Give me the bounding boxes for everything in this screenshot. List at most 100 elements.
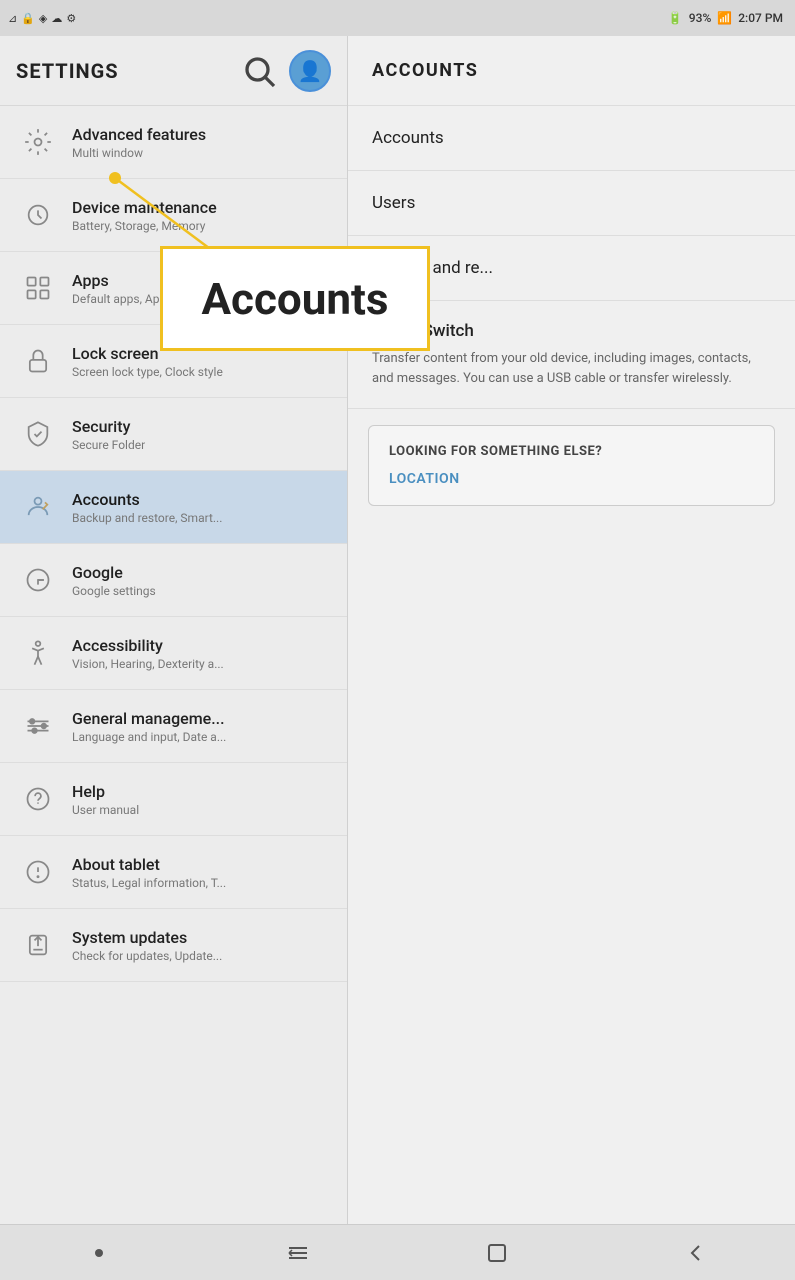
- lockscreen-title: Lock screen: [72, 344, 331, 363]
- advanced-title: Advanced features: [72, 125, 331, 144]
- device-icon: [16, 193, 60, 237]
- google-subtitle: Google settings: [72, 584, 331, 598]
- battery-icon: 🔋: [668, 11, 683, 25]
- sidebar-item-help[interactable]: Help User manual: [0, 763, 347, 836]
- right-pane: ACCOUNTS Accounts Users Backup and re...…: [348, 36, 795, 1224]
- right-menu-backup[interactable]: Backup and re...: [348, 236, 795, 301]
- sidebar-item-security[interactable]: Security Secure Folder: [0, 398, 347, 471]
- lockscreen-subtitle: Screen lock type, Clock style: [72, 365, 331, 379]
- about-subtitle: Status, Legal information, T...: [72, 876, 331, 890]
- sidebar-item-accessibility[interactable]: Accessibility Vision, Hearing, Dexterity…: [0, 617, 347, 690]
- lockscreen-icon: [16, 339, 60, 383]
- general-title: General manageme...: [72, 709, 331, 728]
- time-display: 2:07 PM: [738, 11, 783, 25]
- nav-menu-button[interactable]: [268, 1233, 328, 1273]
- location-link[interactable]: LOCATION: [389, 471, 754, 487]
- sidebar-item-apps[interactable]: Apps Default apps, App permissi...: [0, 252, 347, 325]
- advanced-icon: [16, 120, 60, 164]
- accounts-title: Accounts: [72, 490, 331, 509]
- looking-title: LOOKING FOR SOMETHING ELSE?: [389, 444, 754, 459]
- accessibility-title: Accessibility: [72, 636, 331, 655]
- updates-subtitle: Check for updates, Update...: [72, 949, 331, 963]
- back-icon: [684, 1241, 708, 1265]
- security-title: Security: [72, 417, 331, 436]
- security-subtitle: Secure Folder: [72, 438, 331, 452]
- sidebar-item-about[interactable]: About tablet Status, Legal information, …: [0, 836, 347, 909]
- apps-subtitle: Default apps, App permissi...: [72, 292, 331, 306]
- status-icons: ⊿ 🔒 ◈ ☁ ⚙: [8, 12, 76, 25]
- device-title: Device maintenance: [72, 198, 331, 217]
- settings-header: SETTINGS 👤: [0, 36, 347, 106]
- help-title: Help: [72, 782, 331, 801]
- help-subtitle: User manual: [72, 803, 331, 817]
- general-subtitle: Language and input, Date a...: [72, 730, 331, 744]
- updates-title: System updates: [72, 928, 331, 947]
- sidebar-item-device[interactable]: Device maintenance Battery, Storage, Mem…: [0, 179, 347, 252]
- smart-switch-desc: Transfer content from your old device, i…: [372, 349, 771, 388]
- help-text: Help User manual: [72, 782, 331, 817]
- profile-icon: 👤: [298, 59, 323, 83]
- smart-switch-title: Smart Switch: [372, 321, 771, 341]
- status-icon-cloud: ☁: [51, 12, 62, 25]
- sidebar-item-accounts[interactable]: Accounts Backup and restore, Smart...: [0, 471, 347, 544]
- menu-icon: [286, 1241, 310, 1265]
- general-icon: [16, 704, 60, 748]
- advanced-text: Advanced features Multi window: [72, 125, 331, 160]
- right-menu-accounts-label: Accounts: [372, 128, 444, 148]
- sidebar-item-updates[interactable]: System updates Check for updates, Update…: [0, 909, 347, 982]
- accounts-text: Accounts Backup and restore, Smart...: [72, 490, 331, 525]
- security-icon: [16, 412, 60, 456]
- right-menu-users-label: Users: [372, 193, 415, 213]
- battery-level: 93%: [689, 11, 711, 25]
- sidebar-item-general[interactable]: General manageme... Language and input, …: [0, 690, 347, 763]
- google-title: Google: [72, 563, 331, 582]
- device-subtitle: Battery, Storage, Memory: [72, 219, 331, 233]
- main-container: SETTINGS 👤 Advanced features: [0, 36, 795, 1224]
- status-icon-dropbox: ◈: [39, 12, 47, 25]
- nav-back-button[interactable]: [666, 1233, 726, 1273]
- apps-title: Apps: [72, 271, 331, 290]
- status-bar: ⊿ 🔒 ◈ ☁ ⚙ 🔋 93% 📶 2:07 PM: [0, 0, 795, 36]
- accessibility-icon: [16, 631, 60, 675]
- wifi-icon: 📶: [717, 11, 732, 25]
- looking-box: LOOKING FOR SOMETHING ELSE? LOCATION: [368, 425, 775, 506]
- status-right: 🔋 93% 📶 2:07 PM: [668, 11, 783, 25]
- right-header-title: ACCOUNTS: [372, 60, 478, 81]
- nav-dot-icon: [95, 1249, 103, 1257]
- updates-icon: [16, 923, 60, 967]
- accessibility-text: Accessibility Vision, Hearing, Dexterity…: [72, 636, 331, 671]
- accounts-subtitle: Backup and restore, Smart...: [72, 511, 331, 525]
- right-menu-users[interactable]: Users: [348, 171, 795, 236]
- accounts-icon: [16, 485, 60, 529]
- sidebar-item-advanced[interactable]: Advanced features Multi window: [0, 106, 347, 179]
- apps-icon: [16, 266, 60, 310]
- sidebar: SETTINGS 👤 Advanced features: [0, 36, 348, 1224]
- security-text: Security Secure Folder: [72, 417, 331, 452]
- nav-home-button[interactable]: [467, 1233, 527, 1273]
- home-icon: [485, 1241, 509, 1265]
- updates-text: System updates Check for updates, Update…: [72, 928, 331, 963]
- search-button[interactable]: [241, 53, 277, 89]
- sidebar-item-lockscreen[interactable]: Lock screen Screen lock type, Clock styl…: [0, 325, 347, 398]
- smart-switch-section[interactable]: Smart Switch Transfer content from your …: [348, 301, 795, 409]
- nav-dot-button[interactable]: [69, 1233, 129, 1273]
- status-icon-lock: 🔒: [21, 12, 35, 25]
- accessibility-subtitle: Vision, Hearing, Dexterity a...: [72, 657, 331, 671]
- right-menu-accounts[interactable]: Accounts: [348, 106, 795, 171]
- right-menu-backup-label: Backup and re...: [372, 258, 493, 278]
- sidebar-item-google[interactable]: Google Google settings: [0, 544, 347, 617]
- profile-button[interactable]: 👤: [289, 50, 331, 92]
- general-text: General manageme... Language and input, …: [72, 709, 331, 744]
- settings-title: SETTINGS: [16, 59, 229, 83]
- device-text: Device maintenance Battery, Storage, Mem…: [72, 198, 331, 233]
- google-text: Google Google settings: [72, 563, 331, 598]
- lockscreen-text: Lock screen Screen lock type, Clock styl…: [72, 344, 331, 379]
- bottom-nav: [0, 1224, 795, 1280]
- status-icon-settings2: ⚙: [66, 12, 76, 25]
- help-icon: [16, 777, 60, 821]
- google-icon: [16, 558, 60, 602]
- status-icon-signal: ⊿: [8, 12, 17, 25]
- about-title: About tablet: [72, 855, 331, 874]
- about-text: About tablet Status, Legal information, …: [72, 855, 331, 890]
- about-icon: [16, 850, 60, 894]
